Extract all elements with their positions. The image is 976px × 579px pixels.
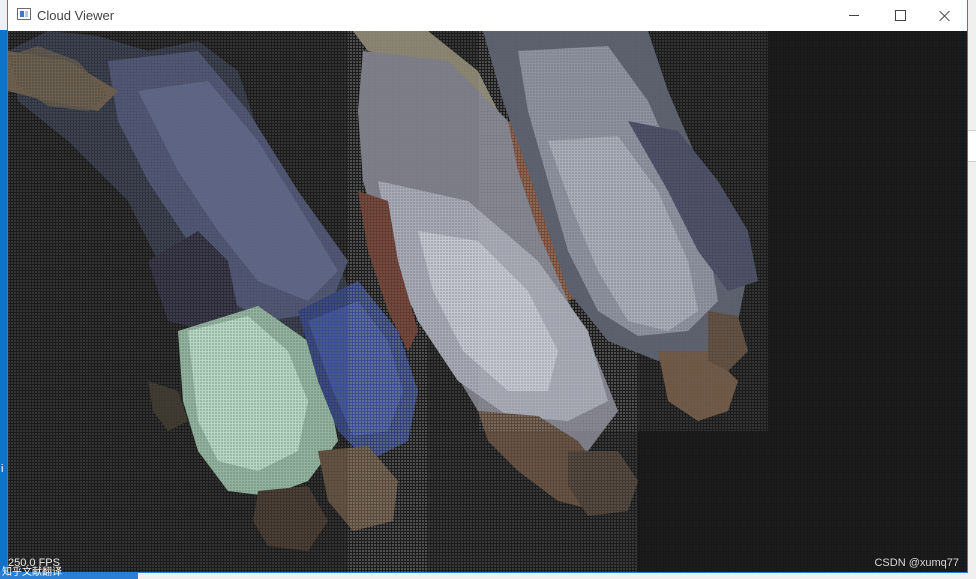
title-bar[interactable]: Cloud Viewer [8, 0, 967, 31]
app-window-icon [17, 8, 31, 20]
stray-points [8, 31, 967, 572]
minimize-icon [849, 15, 859, 16]
close-icon [939, 10, 951, 22]
background-taskbar-text: 知乎文献翻译 [2, 567, 62, 578]
watermark: CSDN @xumq77 [874, 557, 959, 569]
close-button[interactable] [922, 0, 968, 31]
maximize-icon [894, 10, 906, 21]
minimize-button[interactable] [831, 0, 877, 31]
maximize-button[interactable] [877, 0, 923, 31]
point-cloud-viewport[interactable]: 250.0 FPS CSDN @xumq77 [8, 31, 967, 572]
background-text: i [1, 463, 4, 475]
point-cloud-render [8, 31, 967, 572]
background-window-edge [967, 130, 976, 162]
window-title: Cloud Viewer [37, 8, 115, 23]
cloud-viewer-window: Cloud Viewer 250.0 FPS CSDN @xumq77 [8, 0, 967, 572]
